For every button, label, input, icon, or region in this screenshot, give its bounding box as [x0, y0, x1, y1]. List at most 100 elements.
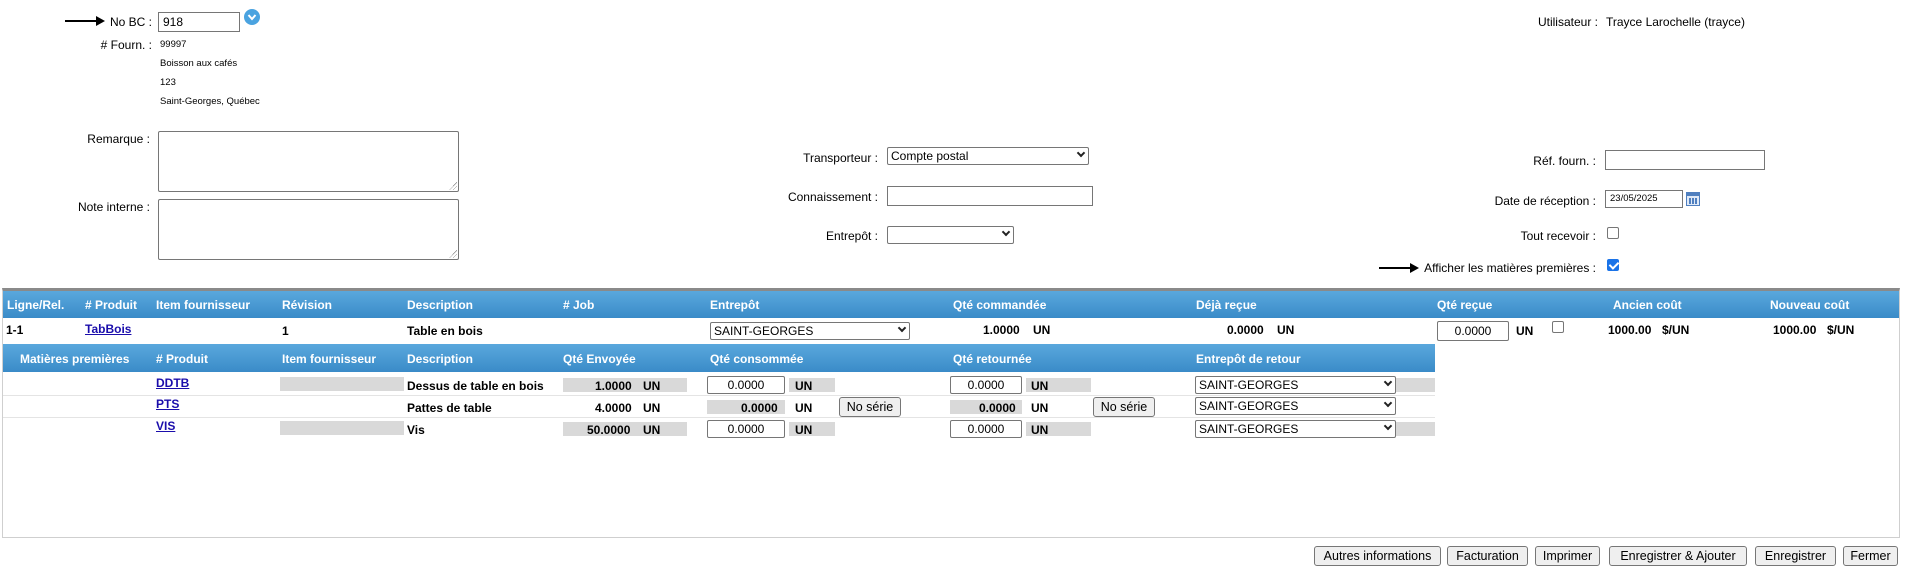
connaissement-field[interactable]	[887, 186, 1093, 206]
sub-entrepot-retour-select[interactable]: SAINT-GEORGES	[1195, 397, 1396, 415]
col-matieres: Matières premières	[20, 352, 130, 366]
serial-number-button[interactable]: No série	[1093, 397, 1155, 417]
row-shade	[280, 421, 404, 435]
resize-grip[interactable]	[449, 182, 457, 190]
sub-produit-link[interactable]: PTS	[156, 397, 179, 411]
col-qte-envoyee: Qté Envoyée	[563, 352, 636, 366]
afficher-matieres-label: Afficher les matières premières :	[1424, 261, 1596, 275]
col-qte-commandee: Qté commandée	[953, 298, 1047, 312]
user-label: Utilisateur :	[1537, 15, 1598, 29]
col-qte-consommee: Qté consommée	[710, 352, 804, 366]
row-produit-link[interactable]: TabBois	[85, 322, 131, 336]
sub-envoyee: 1.0000	[595, 379, 632, 393]
row-qte-commandee-unit: UN	[1033, 323, 1051, 337]
fourn-line-address: 123	[160, 77, 176, 88]
tout-recevoir-checkbox[interactable]	[1607, 227, 1619, 239]
row-nouveau-cout: 1000.00	[1773, 323, 1817, 337]
sub-consommee-unit: UN	[795, 423, 813, 437]
remarque-textarea[interactable]	[158, 131, 459, 192]
sub-description: Dessus de table en bois	[407, 379, 544, 393]
sub-entrepot-retour-value: SAINT-GEORGES	[1199, 399, 1299, 413]
row-ancien-cout-unit: $/UN	[1662, 323, 1690, 337]
entrepot-select[interactable]	[887, 226, 1014, 244]
ref-fourn-label: Réf. fourn. :	[1533, 154, 1596, 168]
ref-fourn-field[interactable]	[1605, 150, 1765, 170]
sub-consommee-readonly: 0.0000	[741, 401, 778, 415]
col-qte-recue: Qté reçue	[1437, 298, 1493, 312]
main-table-header: Ligne/Rel. # Produit Item fournisseur Ré…	[3, 291, 1899, 318]
sub-entrepot-retour-value: SAINT-GEORGES	[1199, 378, 1299, 392]
table-row: 1-1 TabBois 1 Table en bois SAINT-GEORGE…	[3, 318, 1899, 342]
sub-consommee-field[interactable]: 0.0000	[707, 420, 785, 438]
chevron-down-icon	[1383, 421, 1393, 431]
row-description: Table en bois	[407, 324, 483, 338]
sub-retournee-readonly: 0.0000	[979, 401, 1016, 415]
serial-number-button[interactable]: No série	[839, 397, 901, 417]
fourn-line-city: Saint-Georges, Québec	[160, 96, 260, 107]
chevron-down-icon	[897, 323, 907, 333]
row-deja-recue-unit: UN	[1277, 323, 1295, 337]
enregistrer-ajouter-button[interactable]: Enregistrer & Ajouter	[1609, 546, 1747, 566]
transporteur-value: Compte postal	[891, 149, 969, 163]
col-deja-recue: Déjà reçue	[1196, 298, 1257, 312]
fourn-line-code: 99997	[160, 39, 187, 50]
facturation-button[interactable]: Facturation	[1447, 546, 1528, 566]
row-recevoir-checkbox[interactable]	[1552, 321, 1564, 333]
sub-retournee-field[interactable]: 0.0000	[950, 420, 1022, 438]
no-bc-label: No BC :	[109, 15, 152, 29]
row-qte-commandee: 1.0000	[983, 323, 1020, 337]
sub-produit-link[interactable]: DDTB	[156, 376, 189, 390]
sub-envoyee-unit: UN	[643, 401, 661, 415]
user-value: Trayce Larochelle (trayce)	[1606, 15, 1745, 29]
row-revision: 1	[282, 324, 289, 338]
sub-entrepot-retour-select[interactable]: SAINT-GEORGES	[1195, 376, 1396, 394]
resize-grip[interactable]	[449, 250, 457, 258]
col-ligne: Ligne/Rel.	[7, 298, 65, 312]
date-reception-field[interactable]: 23/05/2025	[1605, 190, 1683, 208]
row-ancien-cout: 1000.00	[1608, 323, 1652, 337]
chevron-down-icon	[1383, 398, 1393, 408]
sub-description: Vis	[407, 423, 425, 437]
sub-consommee-field[interactable]: 0.0000	[707, 376, 785, 394]
sub-table-row: VIS Vis 50.0000 UN 0.0000 UN 0.0000 UN S…	[3, 418, 1435, 439]
sub-entrepot-retour-value: SAINT-GEORGES	[1199, 422, 1299, 436]
row-qte-recue-unit: UN	[1516, 324, 1534, 338]
col-nouveau-cout: Nouveau coût	[1770, 298, 1850, 312]
date-reception-label: Date de réception :	[1494, 194, 1596, 208]
no-bc-field[interactable]: 918	[158, 12, 240, 32]
sub-retournee-unit: UN	[1031, 379, 1049, 393]
imprimer-button[interactable]: Imprimer	[1535, 546, 1600, 566]
autres-informations-button[interactable]: Autres informations	[1314, 546, 1441, 566]
row-entrepot-select[interactable]: SAINT-GEORGES	[710, 322, 910, 340]
col-entrepot: Entrepôt	[710, 298, 760, 312]
fourn-line-name: Boisson aux cafés	[160, 58, 238, 69]
arrow-right-icon	[65, 16, 105, 26]
row-qte-recue-field[interactable]: 0.0000	[1437, 321, 1509, 341]
row-deja-recue: 0.0000	[1227, 323, 1264, 337]
sub-retournee-field[interactable]: 0.0000	[950, 376, 1022, 394]
sub-envoyee: 50.0000	[587, 423, 631, 437]
sub-table-header: Matières premières # Produit Item fourni…	[3, 344, 1435, 372]
sub-envoyee-unit: UN	[643, 423, 661, 437]
sub-table-row: DDTB Dessus de table en bois 1.0000 UN 0…	[3, 374, 1435, 395]
col-ancien-cout: Ancien coût	[1613, 298, 1682, 312]
fermer-button[interactable]: Fermer	[1843, 546, 1898, 566]
enregistrer-button[interactable]: Enregistrer	[1755, 546, 1836, 566]
row-nouveau-cout-unit: $/UN	[1827, 323, 1855, 337]
transporteur-select[interactable]: Compte postal	[887, 147, 1089, 165]
col-entrepot-retour: Entrepôt de retour	[1196, 352, 1301, 366]
note-interne-textarea[interactable]	[158, 199, 459, 260]
chevron-circle-icon[interactable]	[244, 9, 260, 25]
afficher-matieres-checkbox[interactable]	[1607, 259, 1619, 271]
chevron-down-icon	[1076, 148, 1086, 158]
calendar-icon[interactable]	[1686, 192, 1700, 206]
sub-entrepot-retour-select[interactable]: SAINT-GEORGES	[1195, 420, 1396, 438]
col-sub-produit: # Produit	[156, 352, 209, 366]
col-produit: # Produit	[85, 298, 138, 312]
fourn-label: # Fourn. :	[100, 38, 152, 52]
sub-produit-link[interactable]: VIS	[156, 419, 175, 433]
sub-consommee-unit: UN	[795, 401, 813, 415]
sub-retournee-unit: UN	[1031, 423, 1049, 437]
row-entrepot-value: SAINT-GEORGES	[714, 324, 814, 338]
row-shade	[280, 377, 404, 391]
